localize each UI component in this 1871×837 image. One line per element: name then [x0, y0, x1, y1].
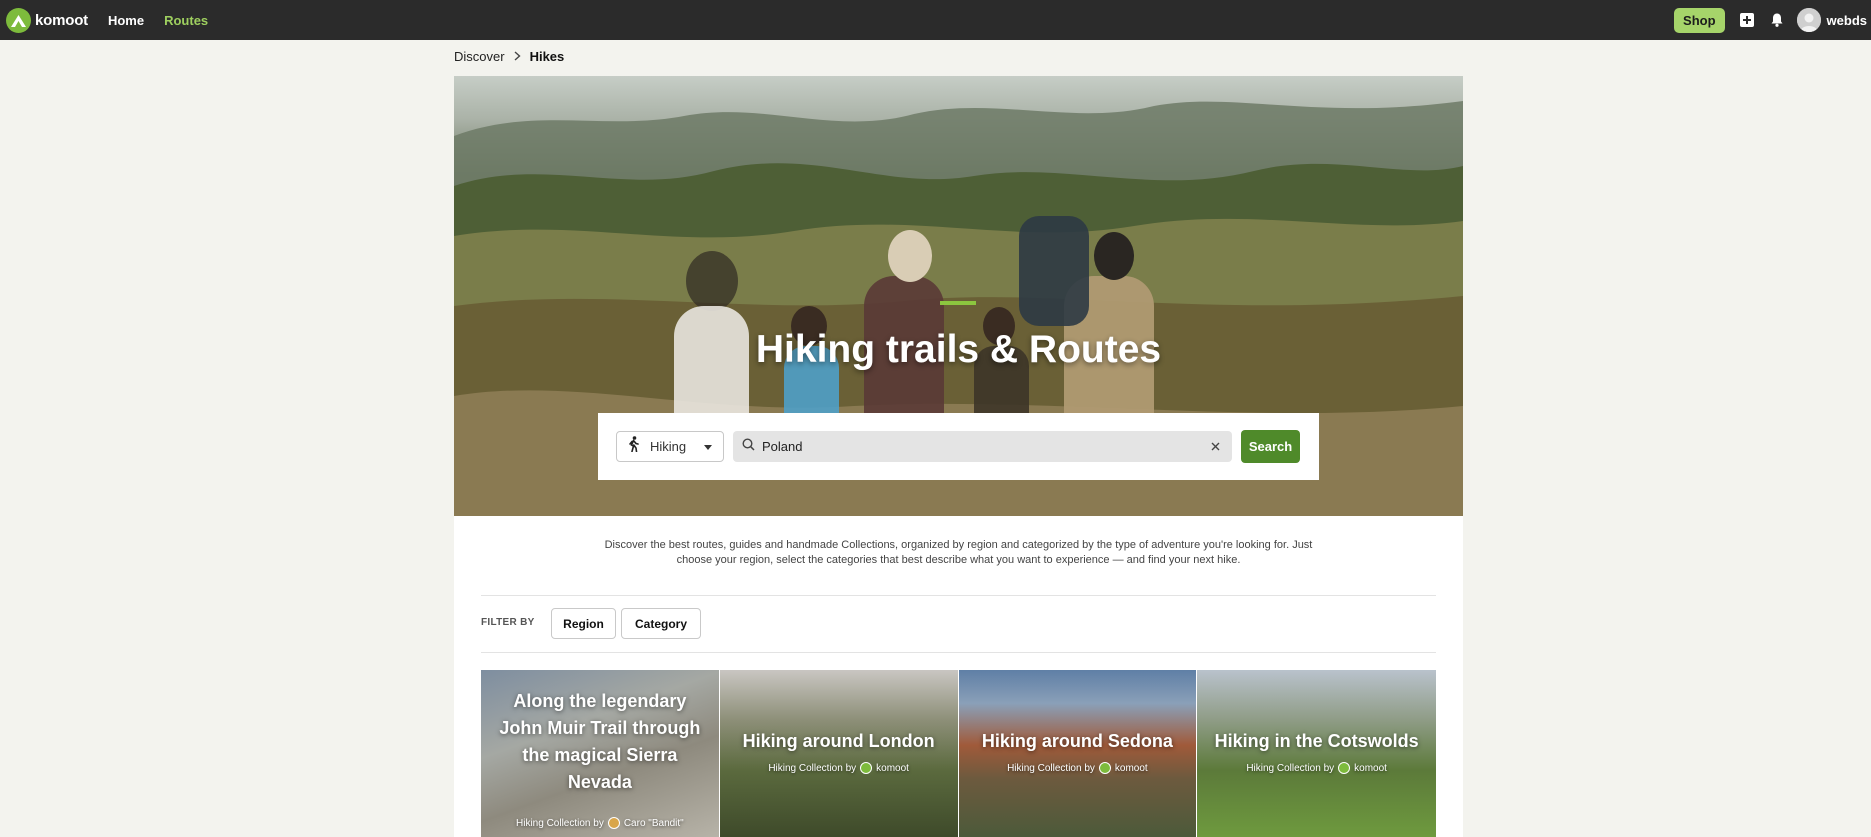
chevron-right-icon: [514, 50, 521, 64]
category-filter-button[interactable]: Category: [621, 608, 701, 639]
collection-card[interactable]: Hiking in the Cotswolds Hiking Collectio…: [1197, 670, 1436, 837]
nav-home[interactable]: Home: [108, 13, 144, 28]
notifications-button[interactable]: [1765, 8, 1789, 32]
komoot-logo[interactable]: komoot: [6, 7, 88, 33]
collection-card[interactable]: Hiking around London Hiking Collection b…: [719, 670, 959, 837]
sport-select[interactable]: Hiking: [616, 431, 724, 462]
username[interactable]: webds: [1827, 13, 1867, 28]
clear-search-button[interactable]: [1208, 439, 1222, 453]
hiker-icon: [627, 436, 641, 457]
nav-routes[interactable]: Routes: [164, 13, 208, 28]
search-input[interactable]: [762, 439, 1182, 454]
create-button[interactable]: [1735, 8, 1759, 32]
caret-down-icon: [704, 445, 712, 450]
breadcrumb-discover[interactable]: Discover: [454, 49, 505, 64]
author-avatar: [1098, 762, 1111, 774]
collection-byline-prefix: Hiking Collection by: [1246, 762, 1335, 774]
close-icon: [1211, 442, 1219, 450]
intro-text: Discover the best routes, guides and han…: [604, 539, 1313, 566]
shop-button[interactable]: Shop: [1674, 7, 1725, 33]
region-filter-button[interactable]: Region: [551, 608, 616, 639]
collection-card[interactable]: Hiking around Sedona Hiking Collection b…: [958, 670, 1198, 837]
sport-select-label: Hiking: [650, 439, 687, 454]
collection-author: komoot: [1354, 762, 1387, 774]
topbar-right-group: Shop webds: [1674, 0, 1871, 40]
author-avatar: [1338, 762, 1351, 774]
breadcrumb: Discover Hikes: [454, 49, 564, 64]
collection-author: komoot: [876, 762, 909, 774]
logo-text: komoot: [35, 11, 88, 29]
collection-title: Hiking around Sedona: [981, 731, 1173, 751]
page-title: Hiking trails & Routes: [755, 328, 1162, 371]
location-search-field[interactable]: [733, 431, 1232, 462]
divider: [481, 652, 1436, 653]
hero-accent-bar: [940, 301, 976, 305]
divider: [481, 595, 1436, 596]
breadcrumb-current: Hikes: [529, 49, 565, 64]
collection-title: Along the legendary John Muir Trail thro…: [499, 691, 701, 792]
collection-title: Hiking around London: [742, 731, 935, 751]
collection-byline: Hiking Collection by Caro "Bandit": [481, 817, 719, 829]
search-button[interactable]: Search: [1241, 430, 1300, 463]
collection-byline-prefix: Hiking Collection by: [516, 817, 604, 829]
author-avatar: [860, 762, 873, 774]
collection-card[interactable]: Along the legendary John Muir Trail thro…: [481, 670, 720, 837]
collection-title: Hiking in the Cotswolds: [1214, 731, 1419, 751]
collection-author: Caro "Bandit": [623, 817, 684, 829]
komoot-logo-icon: [6, 7, 31, 33]
collection-byline-prefix: Hiking Collection by: [768, 762, 857, 774]
user-avatar-icon: [1796, 8, 1821, 32]
collection-byline-prefix: Hiking Collection by: [1007, 762, 1095, 774]
collection-byline: Hiking Collection by komoot: [959, 762, 1197, 774]
search-panel: Hiking Search: [598, 413, 1319, 480]
filter-label: FILTER BY: [481, 617, 535, 628]
collection-byline: Hiking Collection by komoot: [1197, 762, 1436, 774]
collection-author: komoot: [1114, 762, 1148, 774]
plus-icon: [1739, 13, 1754, 27]
top-navigation-bar: komoot Home Routes Shop webds: [0, 0, 1871, 40]
avatar[interactable]: [1796, 8, 1821, 32]
author-avatar: [607, 817, 620, 829]
search-icon: [742, 437, 755, 456]
content-panel: Discover the best routes, guides and han…: [454, 516, 1463, 837]
collection-cards: Along the legendary John Muir Trail thro…: [481, 670, 1436, 837]
bell-icon: [1771, 13, 1783, 27]
collection-byline: Hiking Collection by komoot: [720, 762, 958, 774]
